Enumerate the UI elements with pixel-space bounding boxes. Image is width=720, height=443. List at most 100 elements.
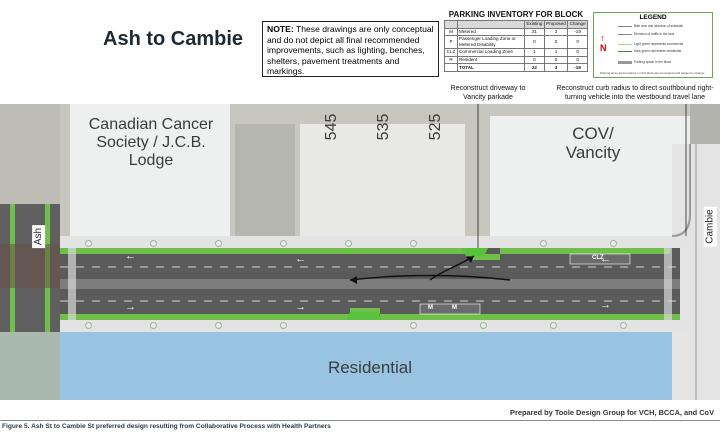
row-label: Metered	[457, 27, 525, 37]
clz-parking-mark: CLZ	[592, 255, 604, 261]
ash-intersection	[0, 244, 60, 288]
vancity-driveway-flare	[462, 248, 488, 256]
row-existing: 1	[524, 48, 545, 57]
legend-item: Light green represents commercial	[634, 42, 684, 46]
south-driveway-flare	[346, 312, 382, 320]
row-label: Commercial Loading Zone	[457, 48, 525, 57]
legend-item: Bike lane and direction of sidewalk	[634, 24, 683, 28]
legend-swatch-residential	[618, 51, 632, 53]
building-label-residential: Residential	[327, 358, 413, 377]
total-label: TOTAL	[457, 63, 525, 72]
row-code: CLZ	[444, 48, 458, 57]
westbound-lane-arrow-icon: ←	[295, 253, 306, 265]
row-code: M	[444, 27, 458, 37]
row-proposed: 1	[543, 48, 569, 57]
tree-icon	[85, 240, 92, 247]
row-label: Passenger Loading Zone or Metered Disabi…	[457, 35, 525, 50]
row-code: P	[444, 35, 458, 50]
tree-icon	[215, 240, 222, 247]
drawing-sheet: Ash to Cambie NOTE: These drawings are o…	[0, 0, 720, 421]
row-change: -19	[567, 27, 588, 37]
legend-item: Dark green represents residential	[634, 49, 682, 53]
north-arrow-icon: ↑ N	[600, 33, 607, 53]
callout-curb-radius: Reconstruct curb radius to direct southb…	[556, 85, 714, 101]
tree-icon	[550, 322, 557, 329]
metered-parking-mark: M	[428, 305, 433, 311]
site-plan-map: ← ← ← → → → M M CLZ Canadian Cancer Soci…	[0, 104, 720, 400]
eastbound-lane-arrow-icon: →	[125, 301, 136, 313]
row-label: Resident	[457, 55, 525, 65]
row-change: 0	[567, 35, 588, 50]
parking-lot	[235, 124, 295, 236]
legend-swatch-traffic	[618, 34, 632, 36]
north-bike-lane-west	[60, 248, 470, 254]
eastbound-lane-arrow-icon: →	[600, 299, 611, 311]
row-existing: 0	[524, 35, 545, 50]
total-code	[444, 63, 458, 72]
row-code: R	[444, 55, 458, 65]
legend-swatch-bike	[618, 26, 632, 28]
table-row: P Passenger Loading Zone or Metered Disa…	[444, 35, 588, 50]
table-header-row: Existing Proposed Change	[444, 20, 588, 29]
eastbound-lane-arrow-icon: →	[295, 301, 306, 313]
north-bike-lane-east	[500, 248, 670, 254]
page-title: Ash to Cambie	[103, 28, 244, 50]
row-proposed: 0	[543, 35, 569, 50]
row-proposed: 0	[543, 55, 569, 65]
row-existing: 21	[524, 27, 545, 37]
tree-icon	[150, 240, 157, 247]
south-bike-lane-west	[60, 314, 350, 320]
legend-box: ↑ N LEGEND Bike lane and direction of sid…	[593, 12, 713, 78]
parking-inventory-table: Existing Proposed Change M Metered 21 2 …	[444, 20, 588, 72]
tree-icon	[150, 322, 157, 329]
tree-icon	[215, 322, 222, 329]
legend-swatch-parking	[618, 61, 632, 64]
row-proposed: 2	[543, 27, 569, 37]
south-bike-lane-east	[380, 314, 680, 320]
ash-crosswalk	[68, 248, 76, 320]
building-label-cov-vancity: COV/ Vancity	[565, 124, 621, 163]
legend-item: Direction of traffic in the lane	[634, 32, 675, 36]
cambie-crosswalk	[664, 248, 672, 320]
tree-icon	[85, 322, 92, 329]
legend-item: Parking space in the block	[634, 60, 672, 64]
note-label: NOTE:	[267, 24, 294, 34]
tree-icon	[410, 322, 417, 329]
building-label-525: 525	[427, 113, 445, 141]
table-row: R Resident 0 0 0	[444, 55, 588, 65]
westbound-lane-arrow-icon: ←	[125, 250, 136, 262]
tree-icon	[540, 240, 547, 247]
parking-inventory-title: PARKING INVENTORY FOR BLOCK	[448, 10, 584, 19]
total-proposed: 3	[543, 63, 569, 72]
legend-swatch-commercial	[618, 44, 632, 46]
legend-footnote: Parking sizes and locations on this bloc…	[600, 71, 705, 75]
col-code-header	[444, 20, 458, 29]
disclaimer-note: NOTE: These drawings are only conceptual…	[262, 21, 439, 77]
street-label-ash: Ash	[32, 224, 46, 249]
tree-icon	[280, 240, 287, 247]
tree-icon	[610, 240, 617, 247]
metered-parking-mark: M	[452, 305, 457, 311]
table-row: M Metered 21 2 -19	[444, 27, 588, 37]
tree-icon	[620, 322, 627, 329]
legend-title: LEGEND	[639, 14, 667, 21]
row-change: 0	[567, 48, 588, 57]
row-change: 0	[567, 55, 588, 65]
northwest-block	[0, 104, 60, 204]
street-label-cambie: Cambie	[703, 206, 717, 247]
building-label-545: 545	[323, 113, 341, 141]
southwest-block	[0, 332, 60, 400]
row-existing: 0	[524, 55, 545, 65]
tree-icon	[280, 322, 287, 329]
tree-icon	[410, 240, 417, 247]
col-label-header	[457, 20, 525, 29]
building-label-cancer-society: Canadian Cancer Society / J.C.B. Lodge	[88, 116, 214, 169]
total-change: -19	[567, 63, 588, 72]
figure-caption: Figure 5. Ash St to Cambie St preferred …	[2, 423, 331, 430]
tree-icon	[480, 322, 487, 329]
col-existing-header: Existing	[524, 20, 545, 29]
total-existing: 22	[524, 63, 545, 72]
table-total-row: TOTAL 22 3 -19	[444, 63, 588, 72]
col-proposed-header: Proposed	[543, 20, 569, 29]
tree-icon	[345, 240, 352, 247]
